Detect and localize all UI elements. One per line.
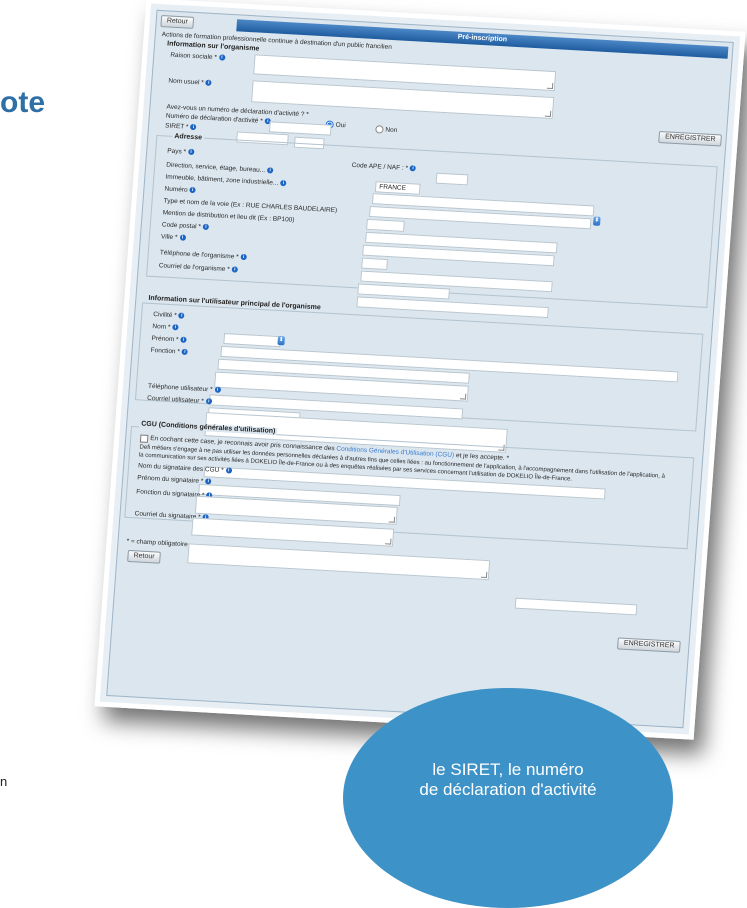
info-icon[interactable]: i [189, 187, 196, 194]
pays-label: Pays * [167, 147, 187, 156]
courriel-org-field[interactable] [356, 296, 549, 319]
courriel-signataire-field[interactable] [187, 543, 491, 581]
raison-sociale-label: Raison sociale * [170, 51, 218, 62]
nom-label: Nom * [152, 323, 171, 331]
callout-line-1: le SIRET, le numéro [432, 760, 584, 779]
info-icon[interactable]: i [179, 234, 186, 241]
info-icon[interactable]: i [225, 467, 232, 474]
select-arrow-icon[interactable]: ⬍ [277, 336, 286, 346]
info-icon[interactable]: i [172, 324, 179, 331]
info-icon[interactable]: i [178, 312, 185, 320]
info-icon[interactable]: i [280, 180, 287, 187]
background-title-fragment: ote [0, 86, 45, 119]
retour-button-top[interactable]: Retour [160, 15, 195, 29]
nom-usuel-label: Nom usuel * [168, 77, 205, 87]
civilite-label: Civilité * [153, 311, 177, 320]
numero-field[interactable] [366, 218, 405, 232]
non-radio[interactable] [375, 125, 384, 134]
info-icon[interactable]: i [218, 54, 226, 61]
screenshot-card: Retour Pré-inscription ENREGISTRER Actio… [94, 0, 746, 740]
cgu-checkbox[interactable] [139, 434, 149, 443]
bottom-field[interactable] [514, 597, 638, 616]
callout-text: le SIRET, le numéro de déclaration d'act… [343, 760, 673, 800]
info-icon[interactable]: i [181, 348, 189, 356]
siret-label: SIRET * [164, 122, 189, 131]
select-arrow-icon[interactable]: ⬍ [592, 216, 601, 226]
ville-label: Ville * [160, 233, 178, 242]
registration-form: Retour Pré-inscription ENREGISTRER Actio… [106, 9, 734, 729]
info-icon[interactable]: i [409, 165, 417, 172]
code-postal-field[interactable] [361, 257, 388, 271]
info-icon[interactable]: i [231, 266, 238, 273]
background-text-fragment: n [0, 774, 8, 789]
info-icon[interactable]: i [205, 79, 212, 87]
prenom-label: Prénom * [151, 334, 179, 344]
info-icon[interactable]: i [205, 398, 212, 405]
callout-line-2: de déclaration d'activité [419, 780, 597, 799]
non-label: Non [385, 126, 398, 135]
info-icon[interactable]: i [187, 149, 195, 156]
oui-label: Oui [335, 121, 346, 130]
enregistrer-button-bottom[interactable]: ENREGISTRER [617, 637, 681, 653]
info-icon[interactable]: i [190, 124, 197, 131]
info-icon[interactable]: i [202, 223, 210, 231]
enregistrer-button-top[interactable]: ENREGISTRER [658, 131, 722, 147]
code-ape-field[interactable] [435, 172, 469, 186]
info-icon[interactable]: i [240, 254, 247, 261]
info-icon[interactable]: i [180, 336, 187, 344]
numero-label: Numéro [164, 185, 188, 194]
info-icon[interactable]: i [214, 386, 221, 394]
retour-button-bottom[interactable]: Retour [127, 549, 161, 564]
mandatory-note: * = champ obligatoire [126, 537, 189, 549]
info-icon[interactable]: i [266, 167, 274, 174]
